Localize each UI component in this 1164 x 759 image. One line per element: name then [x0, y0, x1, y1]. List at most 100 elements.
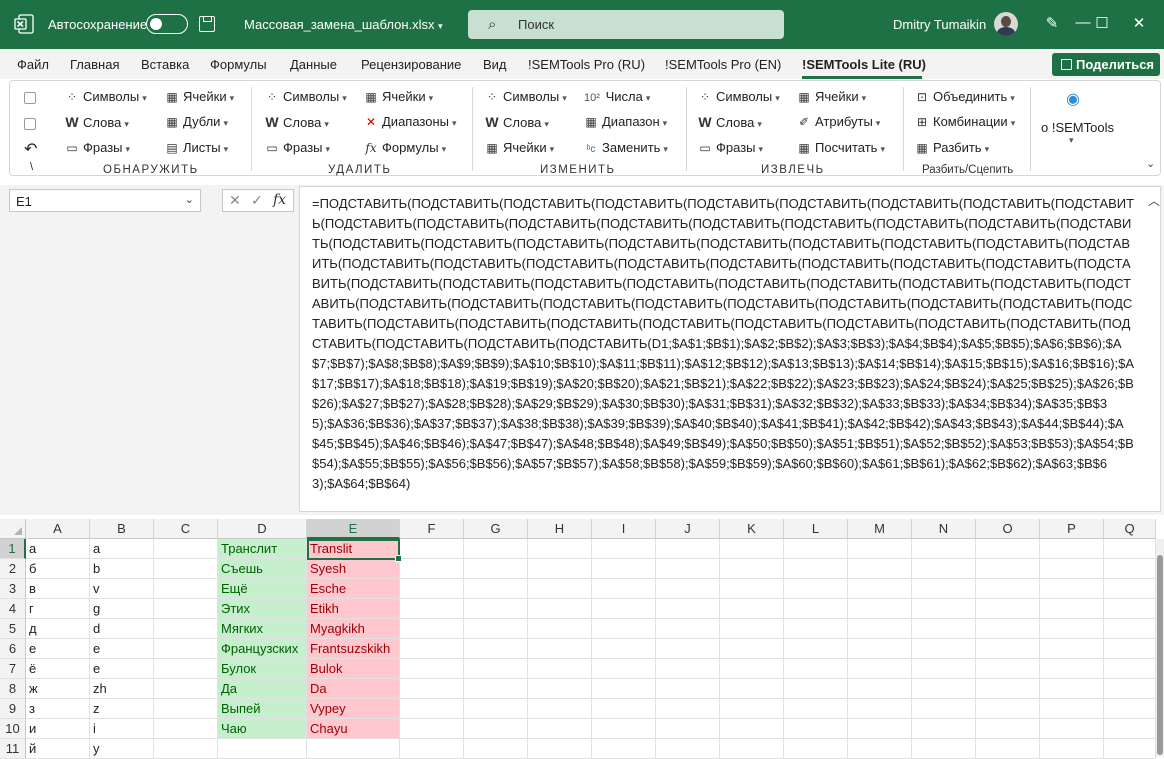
cell-q3[interactable]: [1104, 579, 1156, 599]
cell-a8[interactable]: ж: [26, 679, 90, 699]
cell-p2[interactable]: [1040, 559, 1104, 579]
cell-g2[interactable]: [464, 559, 528, 579]
cell-n4[interactable]: [912, 599, 976, 619]
cell-j3[interactable]: [656, 579, 720, 599]
cell-l7[interactable]: [784, 659, 848, 679]
cell-j6[interactable]: [656, 639, 720, 659]
cell-j1[interactable]: [656, 539, 720, 559]
cell-q9[interactable]: [1104, 699, 1156, 719]
cell-d7[interactable]: Булок: [218, 659, 307, 679]
detect-words-button[interactable]: W Слова ▾: [65, 114, 128, 130]
column-header-j[interactable]: J: [656, 519, 720, 539]
tab-insert[interactable]: Вставка: [141, 57, 189, 72]
cell-l9[interactable]: [784, 699, 848, 719]
cell-a6[interactable]: е: [26, 639, 90, 659]
cell-k4[interactable]: [720, 599, 784, 619]
column-header-k[interactable]: K: [720, 519, 784, 539]
column-header-p[interactable]: P: [1040, 519, 1104, 539]
cell-g9[interactable]: [464, 699, 528, 719]
cell-d10[interactable]: Чаю: [218, 719, 307, 739]
split-button[interactable]: ▦ Разбить ▾: [915, 140, 989, 155]
cell-l10[interactable]: [784, 719, 848, 739]
undo-icon[interactable]: ↶: [24, 139, 37, 159]
cell-o7[interactable]: [976, 659, 1040, 679]
cell-h6[interactable]: [528, 639, 592, 659]
cell-o4[interactable]: [976, 599, 1040, 619]
row-header[interactable]: 9: [0, 699, 26, 719]
cell-j4[interactable]: [656, 599, 720, 619]
cell-k9[interactable]: [720, 699, 784, 719]
cell-k6[interactable]: [720, 639, 784, 659]
cell-d2[interactable]: Съешь: [218, 559, 307, 579]
cell-c3[interactable]: [154, 579, 218, 599]
collapse-formula-bar-icon[interactable]: ︿: [1148, 192, 1160, 209]
cell-n3[interactable]: [912, 579, 976, 599]
cell-b4[interactable]: g: [90, 599, 154, 619]
row-header[interactable]: 7: [0, 659, 26, 679]
chevron-down-icon[interactable]: ▾: [1069, 135, 1074, 146]
cell-k5[interactable]: [720, 619, 784, 639]
cell-c4[interactable]: [154, 599, 218, 619]
cell-f9[interactable]: [400, 699, 464, 719]
cell-f10[interactable]: [400, 719, 464, 739]
extract-phrases-button[interactable]: ▭ Фразы ▾: [698, 140, 763, 155]
checkbox-icon[interactable]: [24, 115, 36, 130]
cell-i8[interactable]: [592, 679, 656, 699]
cell-p3[interactable]: [1040, 579, 1104, 599]
cell-b10[interactable]: i: [90, 719, 154, 739]
column-header-f[interactable]: F: [400, 519, 464, 539]
cell-h2[interactable]: [528, 559, 592, 579]
cell-j11[interactable]: [656, 739, 720, 759]
cell-e2[interactable]: Syesh: [307, 559, 400, 579]
cell-l11[interactable]: [784, 739, 848, 759]
cell-d8[interactable]: Да: [218, 679, 307, 699]
cell-i9[interactable]: [592, 699, 656, 719]
cell-a3[interactable]: в: [26, 579, 90, 599]
tab-view[interactable]: Вид: [483, 57, 507, 72]
detect-duplicates-button[interactable]: ▦ Дубли ▾: [165, 114, 228, 129]
cell-c7[interactable]: [154, 659, 218, 679]
cell-g10[interactable]: [464, 719, 528, 739]
remove-ranges-button[interactable]: ✕ Диапазоны ▾: [364, 114, 457, 129]
cell-p1[interactable]: [1040, 539, 1104, 559]
column-header-m[interactable]: M: [848, 519, 912, 539]
cell-b7[interactable]: e: [90, 659, 154, 679]
replace-button[interactable]: ᵇc Заменить ▾: [584, 140, 668, 155]
cell-c11[interactable]: [154, 739, 218, 759]
cell-d4[interactable]: Этих: [218, 599, 307, 619]
change-range-button[interactable]: ▦ Диапазон ▾: [584, 114, 667, 129]
cell-m8[interactable]: [848, 679, 912, 699]
cell-c9[interactable]: [154, 699, 218, 719]
cell-o10[interactable]: [976, 719, 1040, 739]
cell-h9[interactable]: [528, 699, 592, 719]
cell-a10[interactable]: и: [26, 719, 90, 739]
cell-b6[interactable]: e: [90, 639, 154, 659]
column-header-e[interactable]: E: [307, 519, 400, 539]
cell-n6[interactable]: [912, 639, 976, 659]
cell-n2[interactable]: [912, 559, 976, 579]
column-header-d[interactable]: D: [218, 519, 307, 539]
column-header-o[interactable]: O: [976, 519, 1040, 539]
cell-k3[interactable]: [720, 579, 784, 599]
remove-cells-button[interactable]: ▦ Ячейки ▾: [364, 89, 433, 104]
share-button[interactable]: Поделиться: [1052, 53, 1160, 76]
cell-m4[interactable]: [848, 599, 912, 619]
cell-f8[interactable]: [400, 679, 464, 699]
cell-n10[interactable]: [912, 719, 976, 739]
cell-k1[interactable]: [720, 539, 784, 559]
cell-o2[interactable]: [976, 559, 1040, 579]
cell-i11[interactable]: [592, 739, 656, 759]
user-name[interactable]: Dmitry Tumaikin: [893, 17, 986, 32]
cell-p9[interactable]: [1040, 699, 1104, 719]
cell-g5[interactable]: [464, 619, 528, 639]
cell-j8[interactable]: [656, 679, 720, 699]
cell-n1[interactable]: [912, 539, 976, 559]
column-header-l[interactable]: L: [784, 519, 848, 539]
vertical-scrollbar[interactable]: [1156, 539, 1164, 757]
cell-e7[interactable]: Bulok: [307, 659, 400, 679]
cell-e6[interactable]: Frantsuzskikh: [307, 639, 400, 659]
cell-k7[interactable]: [720, 659, 784, 679]
cell-j10[interactable]: [656, 719, 720, 739]
row-header[interactable]: 3: [0, 579, 26, 599]
row-header[interactable]: 5: [0, 619, 26, 639]
